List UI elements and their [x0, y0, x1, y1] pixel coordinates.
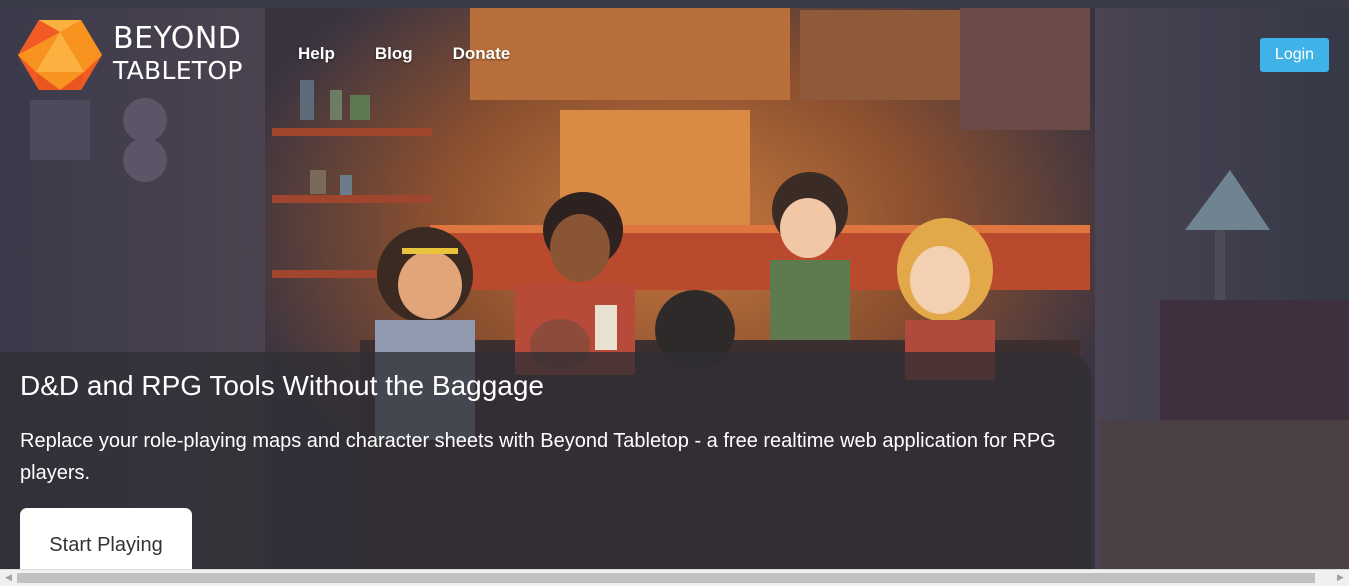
login-button[interactable]: Login — [1260, 38, 1329, 72]
hero-title: D&D and RPG Tools Without the Baggage — [20, 370, 545, 401]
arrow-right-icon[interactable]: ▶ — [1332, 570, 1349, 586]
top-strip — [0, 0, 1349, 8]
nav-donate-link[interactable]: Donate — [453, 44, 511, 64]
horizontal-scrollbar[interactable]: ◀ ▶ — [0, 569, 1349, 586]
brand-line1: BEYOND — [113, 21, 242, 56]
hero-subtitle: Replace your role-playing maps and chara… — [20, 430, 1056, 484]
landing-page: BEYOND TABLETOP Help Blog Donate Login D… — [0, 0, 1349, 586]
arrow-left-icon[interactable]: ◀ — [0, 570, 17, 586]
nav-blog-link[interactable]: Blog — [375, 44, 413, 64]
scrollbar-thumb[interactable] — [17, 573, 1315, 583]
brand-wordmark[interactable]: BEYOND TABLETOP — [113, 21, 243, 85]
nav-help-link[interactable]: Help — [298, 44, 335, 64]
logo-icon[interactable] — [18, 18, 102, 92]
main-nav: Help Blog Donate — [298, 44, 550, 64]
brand-line2: TABLETOP — [113, 56, 243, 85]
